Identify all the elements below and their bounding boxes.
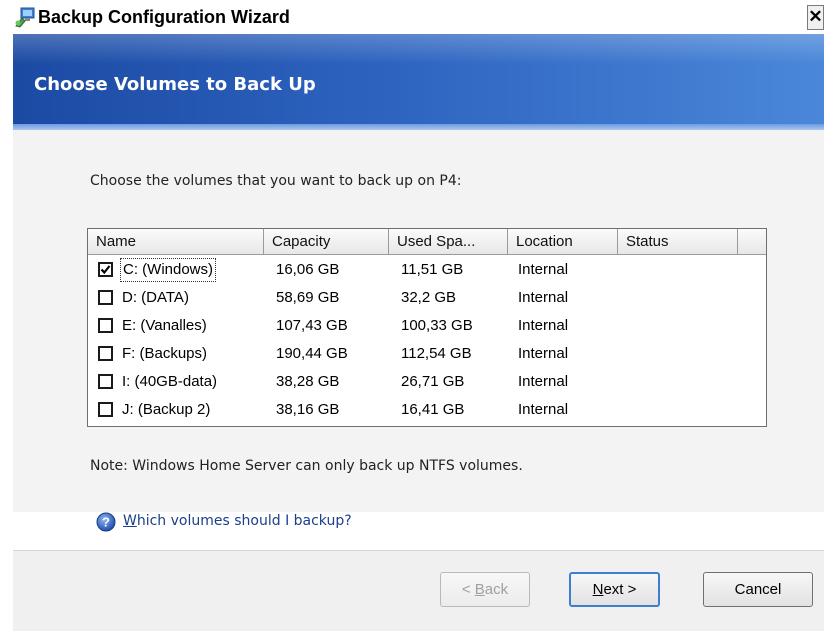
wizard-computer-icon — [14, 6, 36, 28]
list-header: Name Capacity Used Spa... Location Statu… — [88, 229, 766, 255]
cancel-button[interactable]: Cancel — [703, 572, 813, 607]
question-circle-icon[interactable]: ? — [96, 512, 116, 532]
capacity-cell: 107,43 GB — [276, 317, 348, 334]
volume-checkbox[interactable] — [98, 318, 113, 333]
help-link[interactable]: Which volumes should I backup? — [123, 513, 352, 529]
page-title: Choose Volumes to Back Up — [34, 74, 316, 95]
volume-row[interactable]: C: (Windows) 16,06 GB 11,51 GB Internal — [88, 256, 766, 284]
window-left-edge — [0, 34, 13, 630]
column-header-filler — [738, 229, 766, 254]
close-button[interactable]: ✕ — [807, 5, 824, 30]
svg-text:?: ? — [102, 515, 110, 530]
back-button[interactable]: < Back — [440, 572, 530, 607]
column-header-status[interactable]: Status — [618, 229, 738, 254]
location-cell: Internal — [518, 345, 569, 362]
column-header-location[interactable]: Location — [508, 229, 618, 254]
used-space-cell: 11,51 GB — [401, 261, 464, 278]
used-space-cell: 26,71 GB — [401, 373, 465, 390]
capacity-cell: 16,06 GB — [276, 261, 340, 278]
capacity-cell: 190,44 GB — [276, 345, 348, 362]
volume-name-cell: J: (Backup 2) — [122, 401, 211, 418]
instruction-text: Choose the volumes that you want to back… — [90, 173, 462, 189]
window-title: Backup Configuration Wizard — [38, 7, 290, 27]
volume-row[interactable]: E: (Vanalles) 107,43 GB 100,33 GB Intern… — [88, 312, 766, 340]
column-header-capacity[interactable]: Capacity — [264, 229, 389, 254]
volume-row[interactable]: D: (DATA) 58,69 GB 32,2 GB Internal — [88, 284, 766, 312]
volume-row[interactable]: J: (Backup 2) 38,16 GB 16,41 GB Internal — [88, 396, 766, 424]
volume-checkbox[interactable] — [98, 262, 113, 277]
volume-name-cell: E: (Vanalles) — [122, 317, 207, 334]
used-space-cell: 112,54 GB — [401, 345, 472, 362]
wizard-window: Backup Configuration Wizard ✕ Choose Vol… — [0, 0, 824, 631]
volume-checkbox[interactable] — [98, 402, 113, 417]
location-cell: Internal — [518, 317, 569, 334]
header-banner: Choose Volumes to Back Up — [13, 34, 824, 130]
location-cell: Internal — [518, 401, 569, 418]
banner-shine — [13, 34, 824, 64]
volume-checkbox[interactable] — [98, 290, 113, 305]
location-cell: Internal — [518, 261, 569, 278]
volume-name-cell: I: (40GB-data) — [122, 373, 218, 390]
volume-checkbox[interactable] — [98, 346, 113, 361]
ntfs-note: Note: Windows Home Server can only back … — [90, 458, 523, 474]
volume-row[interactable]: F: (Backups) 190,44 GB 112,54 GB Interna… — [88, 340, 766, 368]
used-space-cell: 16,41 GB — [401, 401, 465, 418]
volume-checkbox[interactable] — [98, 374, 113, 389]
volume-name-cell: D: (DATA) — [122, 289, 189, 306]
title-bar[interactable]: Backup Configuration Wizard ✕ — [0, 0, 824, 34]
volumes-list[interactable]: Name Capacity Used Spa... Location Statu… — [87, 228, 767, 427]
volume-row[interactable]: I: (40GB-data) 38,28 GB 26,71 GB Interna… — [88, 368, 766, 396]
used-space-cell: 100,33 GB — [401, 317, 473, 334]
column-header-used-space[interactable]: Used Spa... — [389, 229, 508, 254]
checkmark-icon — [100, 265, 111, 275]
volume-name-cell: C: (Windows) — [120, 256, 217, 284]
column-header-name[interactable]: Name — [88, 229, 264, 254]
location-cell: Internal — [518, 373, 569, 390]
capacity-cell: 38,28 GB — [276, 373, 340, 390]
capacity-cell: 38,16 GB — [276, 401, 340, 418]
next-button[interactable]: Next > — [569, 572, 660, 607]
used-space-cell: 32,2 GB — [401, 289, 457, 306]
volume-name-cell: F: (Backups) — [122, 345, 208, 362]
capacity-cell: 58,69 GB — [276, 289, 340, 306]
location-cell: Internal — [518, 289, 569, 306]
